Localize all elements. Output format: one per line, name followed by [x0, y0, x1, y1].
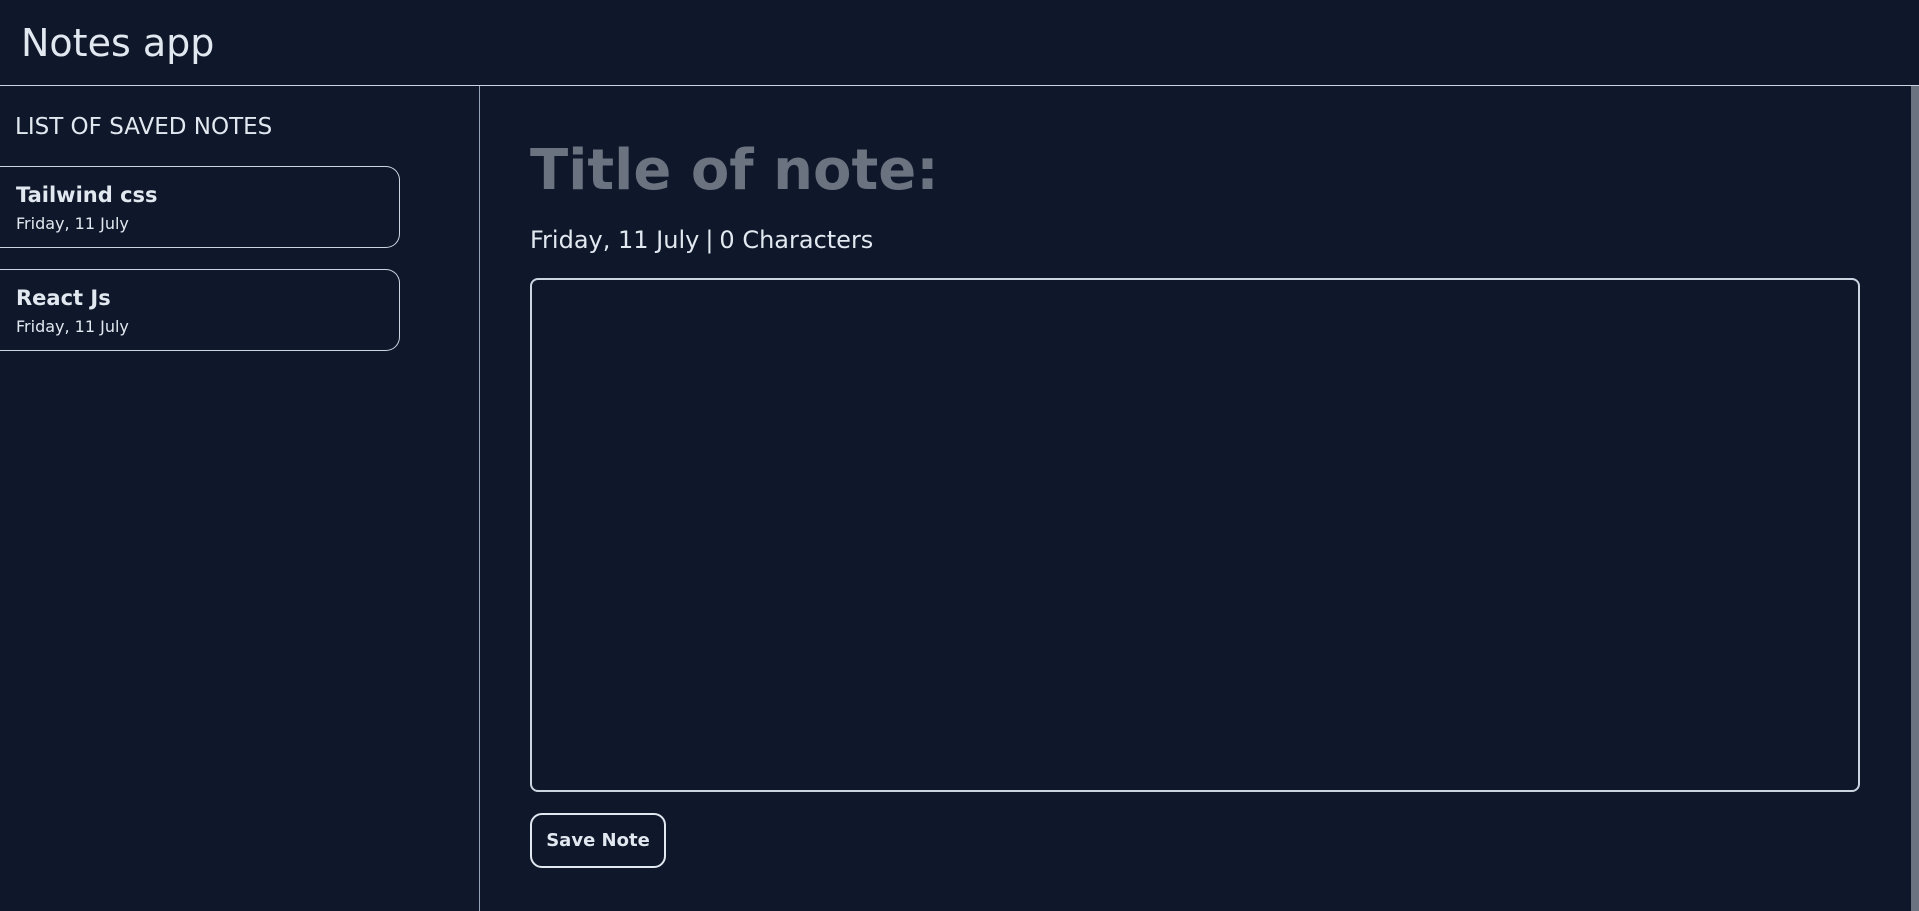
- note-date: Friday, 11 July: [16, 214, 129, 233]
- editor-panel: Friday, 11 July|0 Characters Save Note: [480, 86, 1919, 911]
- note-card-react-js[interactable]: React Js Friday, 11 July: [0, 269, 400, 351]
- save-note-button[interactable]: Save Note: [530, 813, 666, 868]
- note-date: Friday, 11 July: [16, 317, 129, 336]
- notes-app: Notes app LIST OF SAVED NOTES Tailwind c…: [0, 0, 1919, 911]
- body-area: LIST OF SAVED NOTES Tailwind css Friday,…: [0, 86, 1919, 911]
- sidebar-heading: LIST OF SAVED NOTES: [15, 114, 273, 140]
- top-bar: Notes app: [0, 0, 1919, 86]
- note-title: Tailwind css: [16, 183, 158, 207]
- scrollbar-thumb[interactable]: [1911, 86, 1919, 911]
- note-card-tailwind-css[interactable]: Tailwind css Friday, 11 July: [0, 166, 400, 248]
- character-count: 0 Characters: [719, 226, 874, 254]
- note-title-input[interactable]: [530, 136, 1530, 204]
- meta-separator: |: [705, 226, 714, 254]
- note-title: React Js: [16, 286, 111, 310]
- scrollbar-track[interactable]: [1911, 86, 1919, 911]
- note-date-label: Friday, 11 July: [530, 226, 700, 254]
- saved-notes-list: Tailwind css Friday, 11 July React Js Fr…: [0, 166, 479, 351]
- note-body-textarea[interactable]: [530, 278, 1860, 792]
- note-meta: Friday, 11 July | 0 Characters: [530, 226, 1919, 254]
- sidebar: LIST OF SAVED NOTES Tailwind css Friday,…: [0, 86, 480, 911]
- app-title: Notes app: [21, 20, 215, 65]
